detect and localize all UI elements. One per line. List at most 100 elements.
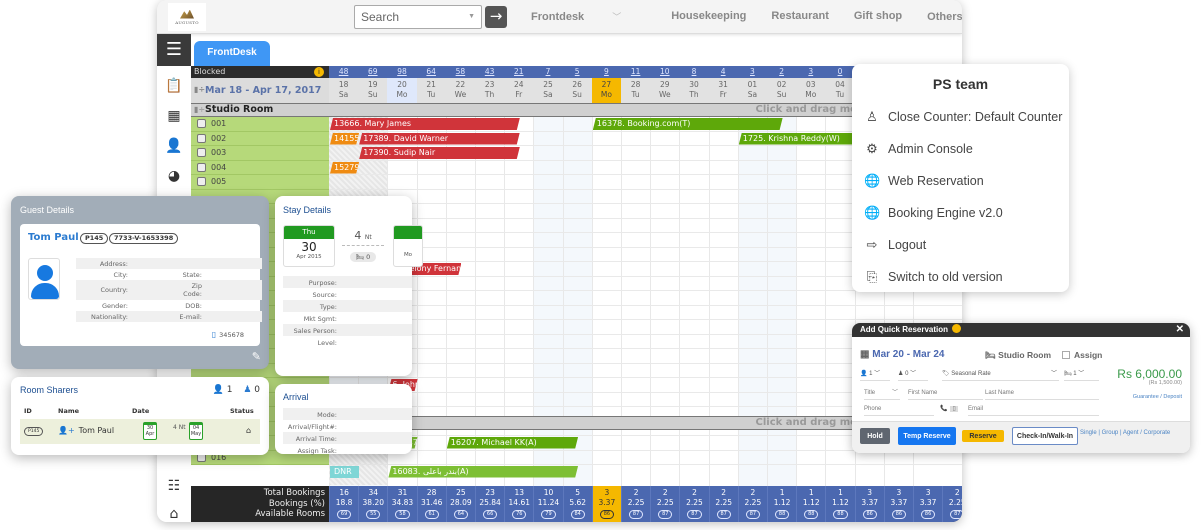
room-row[interactable]: 004 (191, 160, 329, 175)
available-rooms-value[interactable]: 55 (366, 510, 381, 519)
available-rooms-value[interactable]: 86 (891, 510, 907, 519)
search-dropdown-caret-icon[interactable]: ▼ (468, 13, 475, 20)
blocked-count[interactable]: 98 (387, 66, 417, 78)
booking-bar[interactable]: 15279 (330, 162, 359, 174)
phone-type-toggle[interactable]: 📞 ▯ (940, 403, 964, 416)
available-rooms-value[interactable]: 64 (453, 510, 469, 519)
blocked-count[interactable]: 9 (591, 66, 621, 78)
booking-bar[interactable]: 14155 (330, 133, 359, 145)
blocked-count[interactable]: 21 (504, 66, 534, 78)
available-rooms-value[interactable]: 86 (920, 510, 936, 519)
blocked-count[interactable]: 11 (621, 66, 651, 78)
date-header[interactable]: 29 We (650, 78, 680, 103)
menu-item-close-counter[interactable]: ♙ Close Counter: Default Counter (864, 107, 1062, 127)
booking-bar[interactable]: 13666. Mary James (330, 118, 520, 130)
checkin-walkin-button[interactable]: Check-In/Walk-In (1012, 427, 1078, 445)
blocked-count[interactable]: 43 (475, 66, 505, 78)
last-name-input[interactable]: Last Name (985, 387, 1099, 400)
grid-icon[interactable]: ▦ (165, 108, 183, 124)
blocked-count[interactable]: 4 (708, 66, 738, 78)
menu-item-booking-engine[interactable]: 🌐 Booking Engine v2.0 (864, 203, 1003, 223)
room-checkbox[interactable] (197, 177, 206, 186)
children-select[interactable]: ♟ 0 ﹀ (898, 368, 928, 381)
date-header[interactable]: 24 Fr (504, 78, 534, 103)
temp-reserve-button[interactable]: Temp Reserve (898, 427, 956, 445)
available-rooms-value[interactable]: 87 (628, 510, 644, 519)
close-icon[interactable]: ✕ (1176, 323, 1184, 337)
menu-item-switch-old-version[interactable]: ⎘ Switch to old version (864, 267, 1003, 287)
date-header[interactable]: 19 Su (358, 78, 388, 103)
phone-input[interactable]: Phone (864, 403, 934, 416)
room-checkbox[interactable] (197, 162, 206, 172)
room-row[interactable]: 001 (191, 117, 329, 132)
first-name-input[interactable]: First Name (908, 387, 983, 400)
nav-gift-shop[interactable]: Gift shop (854, 10, 902, 23)
room-row[interactable]: 005 (191, 175, 329, 190)
reservation-dates[interactable]: ▦ Mar 20 - Mar 24 (860, 349, 945, 360)
date-header[interactable]: 18 Sa (329, 78, 359, 103)
search-input[interactable]: Search ▼ (354, 5, 482, 29)
booking-bar[interactable]: 17389. David Warner (359, 133, 520, 145)
date-header[interactable]: 27 Mo (591, 78, 621, 103)
date-header[interactable]: 02 Su (767, 78, 797, 103)
assign-checkbox[interactable]: Assign (1062, 350, 1102, 360)
date-header[interactable]: 03 Mo (796, 78, 826, 103)
blocked-count[interactable]: 48 (329, 66, 359, 78)
date-header[interactable]: 22 We (445, 78, 475, 103)
room-checkbox[interactable] (197, 119, 206, 128)
checkbox[interactable] (1062, 351, 1070, 359)
menu-item-admin-console[interactable]: ⚙ Admin Console (864, 139, 973, 159)
room-row[interactable]: 002 (191, 131, 329, 146)
room-row[interactable]: 003 (191, 146, 329, 161)
blocked-count[interactable]: 64 (416, 66, 446, 78)
guarantee-deposit-link[interactable]: Guarantee / Deposit (1133, 394, 1182, 400)
available-rooms-value[interactable]: 76 (512, 510, 527, 519)
rate-plan-select[interactable]: 🏷 Seasonal Rate ﹀ (942, 368, 1059, 381)
booking-bar[interactable]: 16207. Michael KK(A) (447, 437, 578, 449)
date-header[interactable]: 23 Th (475, 78, 505, 103)
available-rooms-value[interactable]: 87 (950, 510, 962, 519)
blocked-count[interactable]: 7 (533, 66, 563, 78)
available-rooms-value[interactable]: 88 (833, 510, 848, 519)
user-icon[interactable]: 👤 (165, 138, 183, 154)
available-rooms-value[interactable]: 58 (395, 510, 410, 519)
room-checkbox[interactable] (197, 148, 206, 157)
home-icon[interactable]: ⌂ (165, 506, 183, 522)
room-type-row[interactable]: ▮÷ Studio Room Click and drag mouse here… (191, 103, 962, 117)
date-header[interactable]: 28 Tu (621, 78, 651, 103)
room-checkbox[interactable] (197, 133, 206, 143)
available-rooms-value[interactable]: 86 (599, 510, 615, 519)
available-rooms-value[interactable]: 87 (716, 510, 731, 519)
available-rooms-value[interactable]: 69 (336, 510, 352, 519)
available-rooms-value[interactable]: 87 (745, 510, 761, 519)
blocked-count[interactable]: 2 (767, 66, 797, 78)
available-rooms-value[interactable]: 88 (804, 510, 819, 519)
available-rooms-value[interactable]: 88 (774, 510, 790, 519)
agent-corporate-link[interactable]: Agent / Corporate (1123, 430, 1170, 436)
booking-bar[interactable]: 17390. Sudip Nair (359, 147, 520, 159)
search-go-button[interactable]: → (485, 6, 507, 28)
available-rooms-value[interactable]: 87 (658, 510, 673, 519)
nav-frontdesk[interactable]: Frontdesk ﹀ (531, 10, 646, 23)
date-header[interactable]: 26 Su (562, 78, 592, 103)
hold-button[interactable]: Hold (860, 428, 890, 444)
available-rooms-value[interactable]: 66 (482, 510, 498, 519)
booking-bar[interactable]: 16083. بندر باعلی(A) (388, 466, 578, 478)
date-header[interactable]: 01 Sa (737, 78, 767, 103)
reserve-button[interactable]: Reserve (962, 430, 1004, 442)
available-rooms-value[interactable]: 87 (687, 510, 702, 519)
adults-select[interactable]: 👤 1 ﹀ (860, 368, 890, 381)
menu-icon[interactable]: ☰ (157, 34, 191, 66)
checkin-status-icon[interactable]: ⌂ (246, 426, 251, 435)
nav-others[interactable]: Others﹀ (927, 10, 962, 23)
nav-housekeeping[interactable]: Housekeeping (671, 10, 746, 23)
list-icon[interactable]: ☷ (165, 478, 183, 494)
title-select[interactable]: Title ﹀ (864, 387, 900, 400)
date-header[interactable]: 25 Sa (533, 78, 563, 103)
clipboard-chart-icon[interactable]: 📋 (165, 78, 183, 94)
info-icon[interactable]: i (314, 67, 324, 77)
menu-item-logout[interactable]: ⇨ Logout (864, 235, 927, 255)
date-header[interactable]: 04 Tu (825, 78, 855, 103)
blocked-count[interactable]: 58 (445, 66, 475, 78)
guest-name[interactable]: Tom Paul (28, 232, 79, 243)
